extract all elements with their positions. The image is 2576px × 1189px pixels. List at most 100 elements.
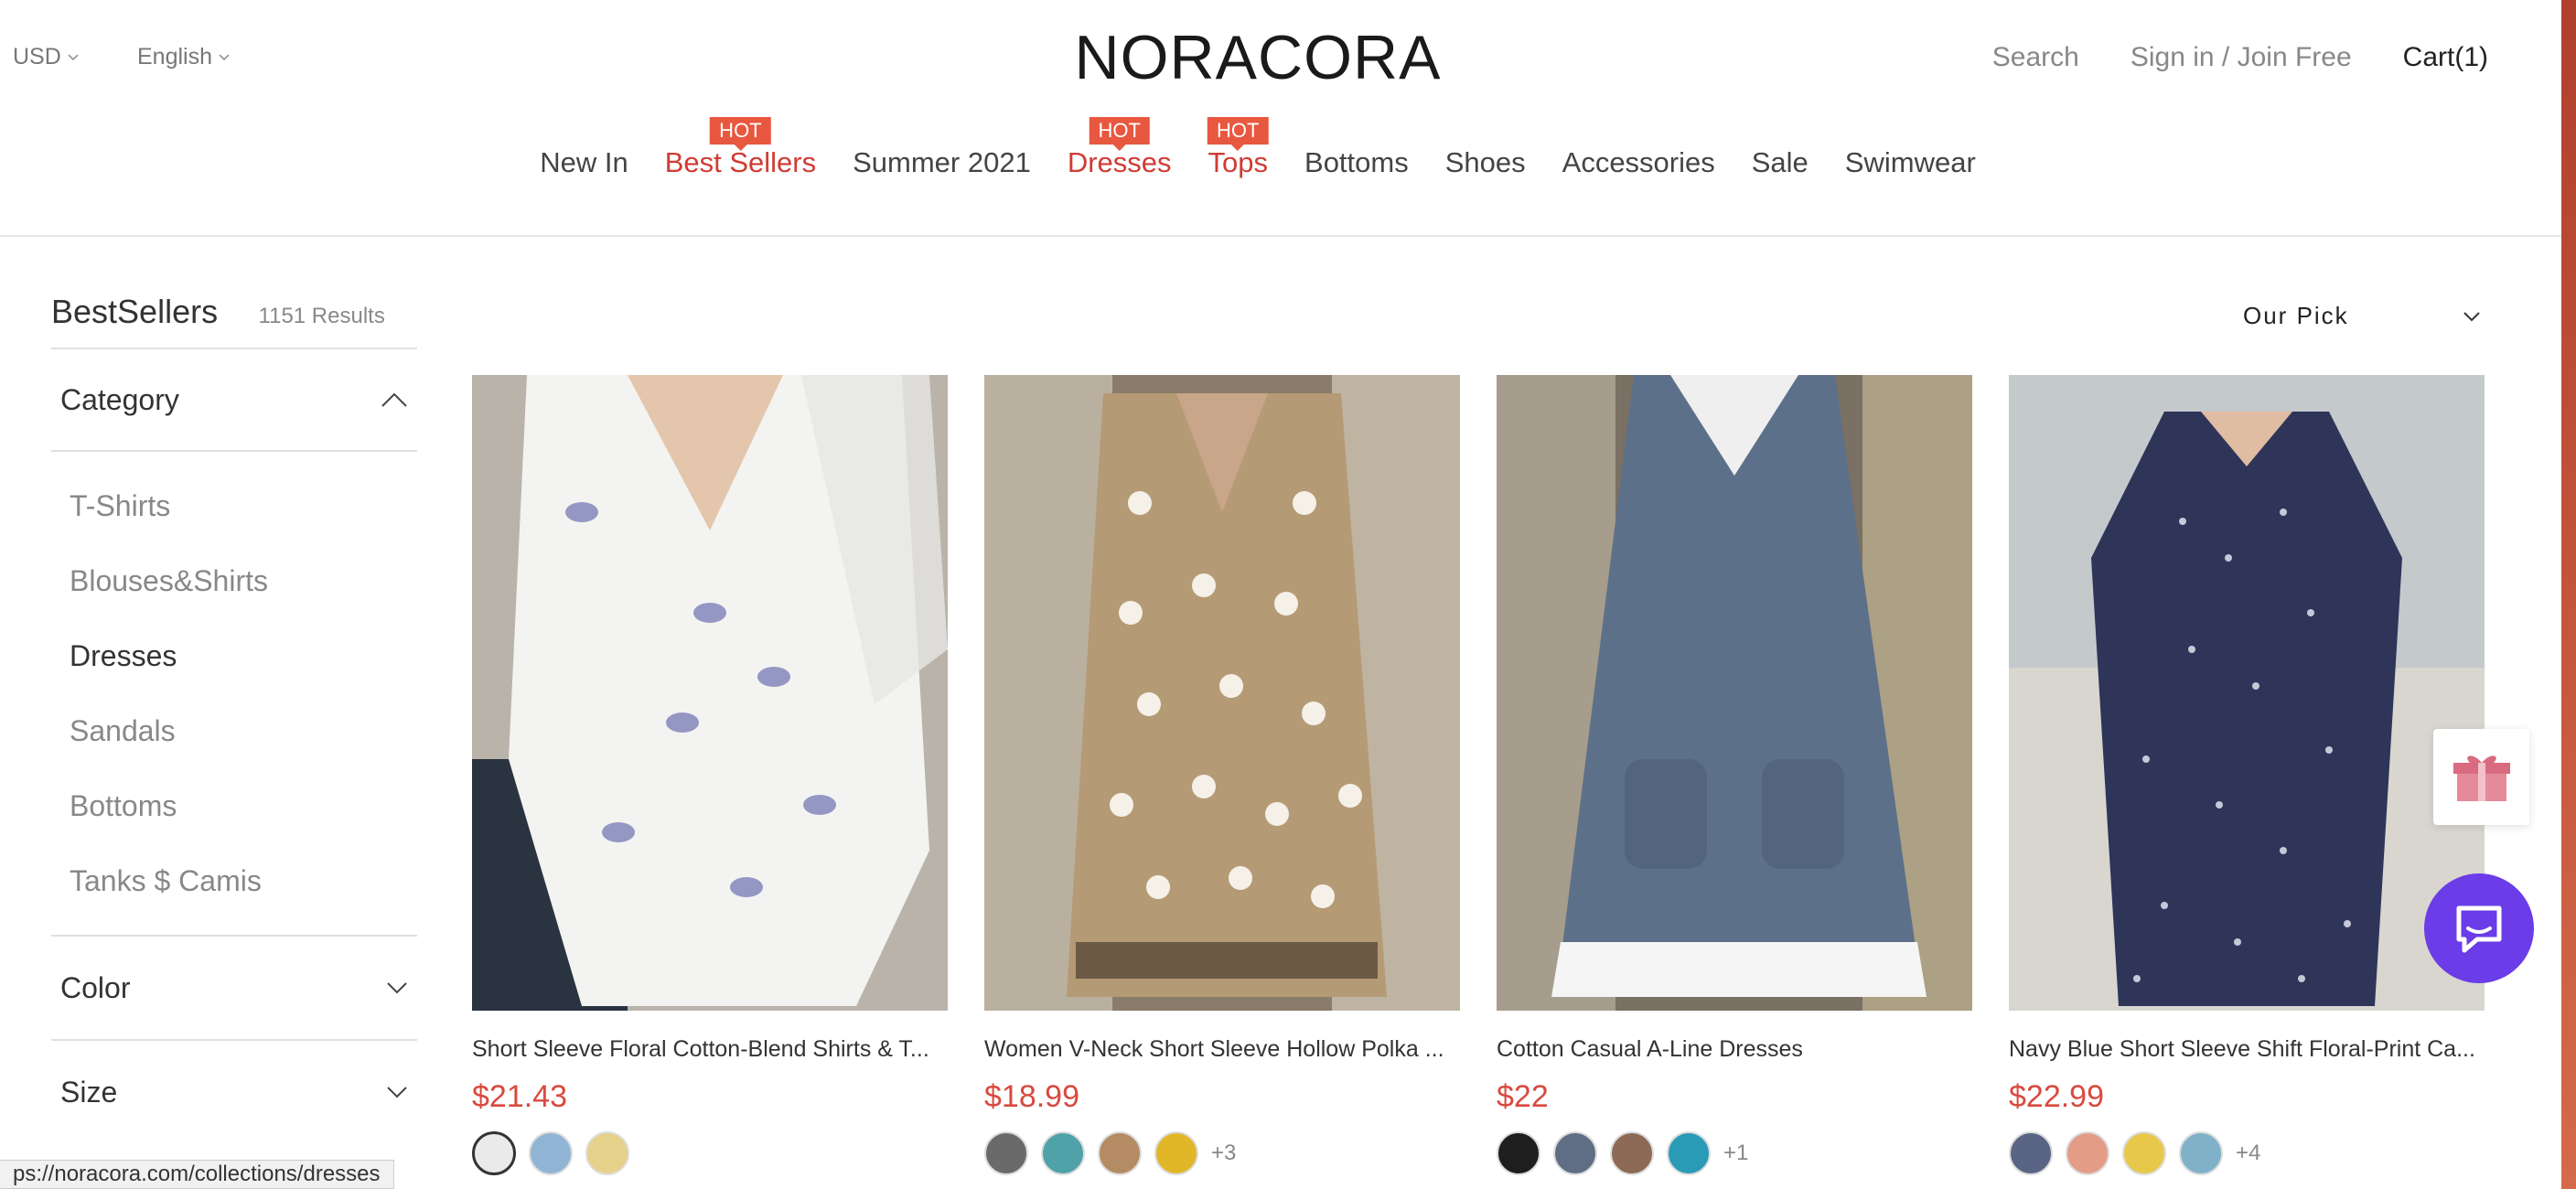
color-swatch[interactable] <box>1041 1131 1085 1175</box>
color-swatches <box>472 1131 948 1175</box>
nav-item-sale[interactable]: Sale <box>1752 146 1809 179</box>
product-price: $22 <box>1497 1079 1549 1114</box>
category-item-blouses-shirts[interactable]: Blouses&Shirts <box>70 543 399 618</box>
color-swatch[interactable] <box>1154 1131 1198 1175</box>
size-filter-label: Size <box>60 1075 118 1109</box>
nav-item-label: Dresses <box>1067 146 1172 178</box>
more-colors-count[interactable]: +3 <box>1211 1141 1236 1166</box>
nav-item-new-in[interactable]: New In <box>540 146 628 179</box>
color-swatch[interactable] <box>529 1131 573 1175</box>
product-photo <box>472 375 948 1011</box>
color-swatch[interactable] <box>2179 1131 2223 1175</box>
product-image[interactable] <box>1497 375 1972 1011</box>
nav-item-label: Bottoms <box>1304 146 1409 178</box>
product-name[interactable]: Navy Blue Short Sleeve Shift Floral-Prin… <box>2009 1036 2485 1063</box>
product-image[interactable] <box>2009 375 2485 1011</box>
chevron-up-icon <box>381 392 407 407</box>
color-swatch[interactable] <box>984 1131 1028 1175</box>
product-name[interactable]: Short Sleeve Floral Cotton-Blend Shirts … <box>472 1036 948 1063</box>
main-nav: New In HOT Best Sellers Summer 2021 HOT Dr… <box>0 117 2516 179</box>
product-card[interactable]: Navy Blue Short Sleeve Shift Floral-Prin… <box>2009 375 2485 1175</box>
category-list: T-Shirts Blouses&Shirts Dresses Sandals … <box>51 452 417 935</box>
page-title: BestSellers <box>51 293 219 330</box>
nav-item-label: Accessories <box>1562 146 1715 178</box>
chevron-down-icon <box>2463 311 2480 321</box>
product-price: $22.99 <box>2009 1079 2104 1114</box>
color-filter-label: Color <box>60 970 131 1004</box>
product-card[interactable]: Women V-Neck Short Sleeve Hollow Polka .… <box>984 375 1460 1175</box>
product-card[interactable]: Short Sleeve Floral Cotton-Blend Shirts … <box>472 375 948 1175</box>
header-divider <box>0 235 2561 237</box>
nav-item-dresses[interactable]: HOT Dresses <box>1067 117 1172 179</box>
nav-item-shoes[interactable]: Shoes <box>1445 146 1526 179</box>
product-price: $21.43 <box>472 1079 567 1114</box>
signin-link[interactable]: Sign in / Join Free <box>2131 42 2352 73</box>
nav-item-label: Sale <box>1751 146 1809 178</box>
color-swatch[interactable] <box>1098 1131 1142 1175</box>
hot-badge: HOT <box>1089 117 1150 145</box>
color-swatch[interactable] <box>2066 1131 2109 1175</box>
nav-item-label: Summer 2021 <box>853 146 1031 178</box>
product-photo <box>1497 375 1972 1011</box>
color-swatches: +4 <box>2009 1131 2485 1175</box>
color-swatches: +3 <box>984 1131 1460 1175</box>
color-swatch[interactable] <box>2009 1131 2053 1175</box>
nav-item-label: Tops <box>1208 146 1269 178</box>
chat-button[interactable] <box>2424 873 2534 983</box>
nav-item-bottoms[interactable]: Bottoms <box>1304 146 1409 179</box>
cart-link[interactable]: Cart(1) <box>2403 42 2488 73</box>
results-count: 1151 Results <box>258 304 385 328</box>
category-filter-toggle[interactable]: Category <box>51 349 417 450</box>
size-filter-toggle[interactable]: Size <box>51 1041 417 1143</box>
nav-item-label: Best Sellers <box>664 146 817 178</box>
sort-dropdown[interactable]: Our Pick <box>2243 302 2481 330</box>
nav-item-summer-2021[interactable]: Summer 2021 <box>853 146 1031 179</box>
product-image[interactable] <box>472 375 948 1011</box>
search-link[interactable]: Search <box>1992 42 2079 73</box>
category-item-tanks-camis[interactable]: Tanks $ Camis <box>70 843 399 918</box>
product-photo <box>2009 375 2485 1011</box>
product-grid: Short Sleeve Floral Cotton-Blend Shirts … <box>472 375 2485 1175</box>
nav-item-swimwear[interactable]: Swimwear <box>1845 146 1976 179</box>
color-swatch[interactable] <box>585 1131 629 1175</box>
sort-label: Our Pick <box>2243 302 2349 329</box>
color-swatch[interactable] <box>1610 1131 1654 1175</box>
category-item-sandals[interactable]: Sandals <box>70 693 399 768</box>
product-card[interactable]: Cotton Casual A-Line Dresses $22 +1 <box>1497 375 1972 1175</box>
color-swatch[interactable] <box>2122 1131 2166 1175</box>
product-name[interactable]: Cotton Casual A-Line Dresses <box>1497 1036 1972 1063</box>
category-item-bottoms[interactable]: Bottoms <box>70 768 399 843</box>
product-image[interactable] <box>984 375 1460 1011</box>
nav-item-label: New In <box>540 146 628 178</box>
scrollbar[interactable] <box>2561 0 2576 1189</box>
nav-item-accessories[interactable]: Accessories <box>1562 146 1715 179</box>
filter-sidebar: BestSellers 1151 Results Category T-Shir… <box>51 293 417 1143</box>
hot-badge: HOT <box>710 117 771 145</box>
color-swatch[interactable] <box>1553 1131 1597 1175</box>
chevron-down-icon <box>387 982 407 994</box>
product-name[interactable]: Women V-Neck Short Sleeve Hollow Polka .… <box>984 1036 1460 1063</box>
hot-badge: HOT <box>1208 117 1269 145</box>
chevron-down-icon <box>387 1087 407 1098</box>
category-item-t-shirts[interactable]: T-Shirts <box>70 468 399 543</box>
gift-button[interactable] <box>2433 729 2529 825</box>
more-colors-count[interactable]: +1 <box>1723 1141 1748 1166</box>
color-swatch[interactable] <box>472 1131 516 1175</box>
nav-item-tops[interactable]: HOT Tops <box>1208 117 1269 179</box>
color-filter-toggle[interactable]: Color <box>51 937 417 1039</box>
status-bar-url: ps://noracora.com/collections/dresses <box>0 1160 394 1189</box>
chat-icon <box>2456 905 2502 953</box>
product-price: $18.99 <box>984 1079 1079 1114</box>
nav-item-label: Shoes <box>1444 146 1526 178</box>
header: USD English NORACORA Search Sign in / Jo… <box>0 0 2561 114</box>
category-item-dresses[interactable]: Dresses <box>70 618 399 693</box>
nav-item-label: Swimwear <box>1844 146 1976 178</box>
nav-item-best-sellers[interactable]: HOT Best Sellers <box>664 117 817 179</box>
color-swatch[interactable] <box>1667 1131 1711 1175</box>
color-swatches: +1 <box>1497 1131 1972 1175</box>
category-filter-label: Category <box>60 382 179 416</box>
gift-icon <box>2453 755 2510 801</box>
more-colors-count[interactable]: +4 <box>2236 1141 2260 1166</box>
product-photo <box>984 375 1460 1011</box>
color-swatch[interactable] <box>1497 1131 1540 1175</box>
